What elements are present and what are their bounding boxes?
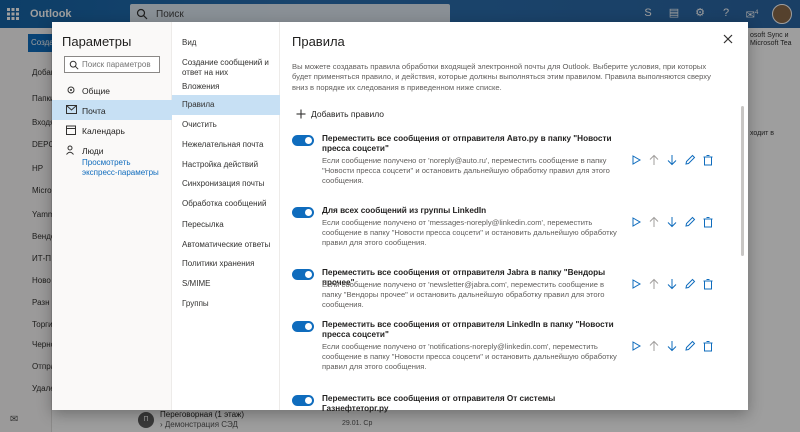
- rule-title: Переместить все сообщения от отправителя…: [322, 394, 556, 414]
- settings-nav-label: Люди: [82, 146, 104, 156]
- move-down-icon[interactable]: [666, 340, 678, 352]
- rule-description: Если сообщение получено от 'noreply@auto…: [322, 156, 610, 186]
- rule-actions: [630, 154, 714, 166]
- rule-row: Переместить все сообщения от отправителя…: [292, 320, 722, 376]
- mail-subnav-item[interactable]: Очистить: [172, 118, 280, 136]
- settings-nav-label: Календарь: [82, 126, 125, 136]
- quick-settings-link[interactable]: Просмотреть экспресс-параметры: [82, 158, 162, 178]
- edit-icon[interactable]: [684, 340, 696, 352]
- settings-category-pane: Параметры Общие Почта Календарь Люди Просмо…: [52, 22, 172, 410]
- settings-nav-item[interactable]: Люди: [52, 140, 172, 160]
- mail-subnav-item[interactable]: Группы: [172, 297, 280, 315]
- search-icon: [69, 60, 79, 70]
- rule-description: Если сообщение получено от 'newsletter@j…: [322, 280, 605, 310]
- mail-subnav-item[interactable]: Автоматические ответы: [172, 238, 280, 256]
- rule-description: Если сообщение получено от 'notification…: [322, 342, 617, 372]
- play-icon[interactable]: [630, 154, 642, 166]
- mail-subnav-item[interactable]: Правила: [172, 95, 280, 115]
- rule-actions: [630, 216, 714, 228]
- rules-pane: Правила Вы можете создавать правила обра…: [280, 22, 748, 413]
- add-rule-label: Добавить правило: [311, 109, 385, 119]
- rule-row: Переместить все сообщения от отправителя…: [292, 394, 722, 432]
- settings-nav-label: Общие: [82, 86, 110, 96]
- move-down-icon[interactable]: [666, 154, 678, 166]
- edit-icon[interactable]: [684, 216, 696, 228]
- delete-icon[interactable]: [702, 216, 714, 228]
- rule-description: Если сообщение получено от 'messages-nor…: [322, 218, 617, 248]
- rule-title: Переместить все сообщения от отправителя…: [322, 134, 612, 154]
- people-icon: [66, 145, 77, 157]
- rule-row: Переместить все сообщения от отправителя…: [292, 134, 722, 190]
- mail-subnav-item[interactable]: Нежелательная почта: [172, 138, 280, 156]
- delete-icon[interactable]: [702, 278, 714, 290]
- rule-row: Переместить все сообщения от отправителя…: [292, 268, 722, 324]
- settings-nav-label: Почта: [82, 106, 106, 116]
- rule-enable-toggle[interactable]: [292, 395, 314, 406]
- move-down-icon[interactable]: [666, 278, 678, 290]
- rules-scrollbar[interactable]: [741, 106, 744, 256]
- settings-search-box[interactable]: [64, 56, 160, 73]
- play-icon[interactable]: [630, 216, 642, 228]
- mail-subnav-item[interactable]: Вид: [172, 36, 280, 54]
- mail-subnav-item[interactable]: Обработка сообщений: [172, 197, 280, 217]
- settings-dialog: Параметры Общие Почта Календарь Люди Просмо…: [52, 22, 748, 413]
- rule-title: Для всех сообщений из группы LinkedIn: [322, 206, 487, 215]
- edit-icon[interactable]: [684, 278, 696, 290]
- rule-enable-toggle[interactable]: [292, 269, 314, 280]
- move-up-icon[interactable]: [648, 340, 660, 352]
- play-icon[interactable]: [630, 278, 642, 290]
- settings-search-input[interactable]: [82, 59, 158, 70]
- calendar-icon: [66, 125, 76, 137]
- mail-subnav-item[interactable]: Создание сообщений и ответ на них: [172, 56, 280, 80]
- mail-subnav-item[interactable]: Настройка действий: [172, 158, 280, 176]
- delete-icon[interactable]: [702, 154, 714, 166]
- move-down-icon[interactable]: [666, 216, 678, 228]
- rules-description: Вы можете создавать правила обработки вх…: [292, 62, 711, 92]
- edit-icon[interactable]: [684, 154, 696, 166]
- settings-nav-item[interactable]: Общие: [52, 80, 172, 100]
- rules-title: Правила: [292, 34, 345, 49]
- rule-actions: [630, 340, 714, 352]
- move-up-icon[interactable]: [648, 154, 660, 166]
- settings-title: Параметры: [62, 34, 132, 49]
- rule-title: Переместить все сообщения от отправителя…: [322, 320, 614, 340]
- mail-subcategory-pane: Вид Создание сообщений и ответ на них Влож…: [172, 22, 280, 410]
- mail-subnav-item[interactable]: Пересылка: [172, 218, 280, 236]
- rule-enable-toggle[interactable]: [292, 321, 314, 332]
- rule-actions: [630, 278, 714, 290]
- rule-enable-toggle[interactable]: [292, 207, 314, 218]
- rule-row: Для всех сообщений из группы LinkedIn Есл…: [292, 206, 722, 262]
- mail-icon: [66, 105, 77, 116]
- gear-icon: [66, 85, 76, 97]
- mail-subnav-item[interactable]: S/MIME: [172, 277, 280, 295]
- add-rule-button[interactable]: Добавить правило: [296, 108, 384, 120]
- settings-nav-item[interactable]: Календарь: [52, 120, 172, 140]
- settings-nav-item[interactable]: Почта: [52, 100, 172, 120]
- mail-subnav-item[interactable]: Синхронизация почты: [172, 177, 280, 197]
- delete-icon[interactable]: [702, 340, 714, 352]
- play-icon[interactable]: [630, 340, 642, 352]
- close-icon[interactable]: [722, 33, 734, 45]
- move-up-icon[interactable]: [648, 216, 660, 228]
- move-up-icon[interactable]: [648, 278, 660, 290]
- rule-enable-toggle[interactable]: [292, 135, 314, 146]
- plus-icon: [296, 109, 306, 119]
- mail-subnav-item[interactable]: Политики хранения: [172, 257, 280, 275]
